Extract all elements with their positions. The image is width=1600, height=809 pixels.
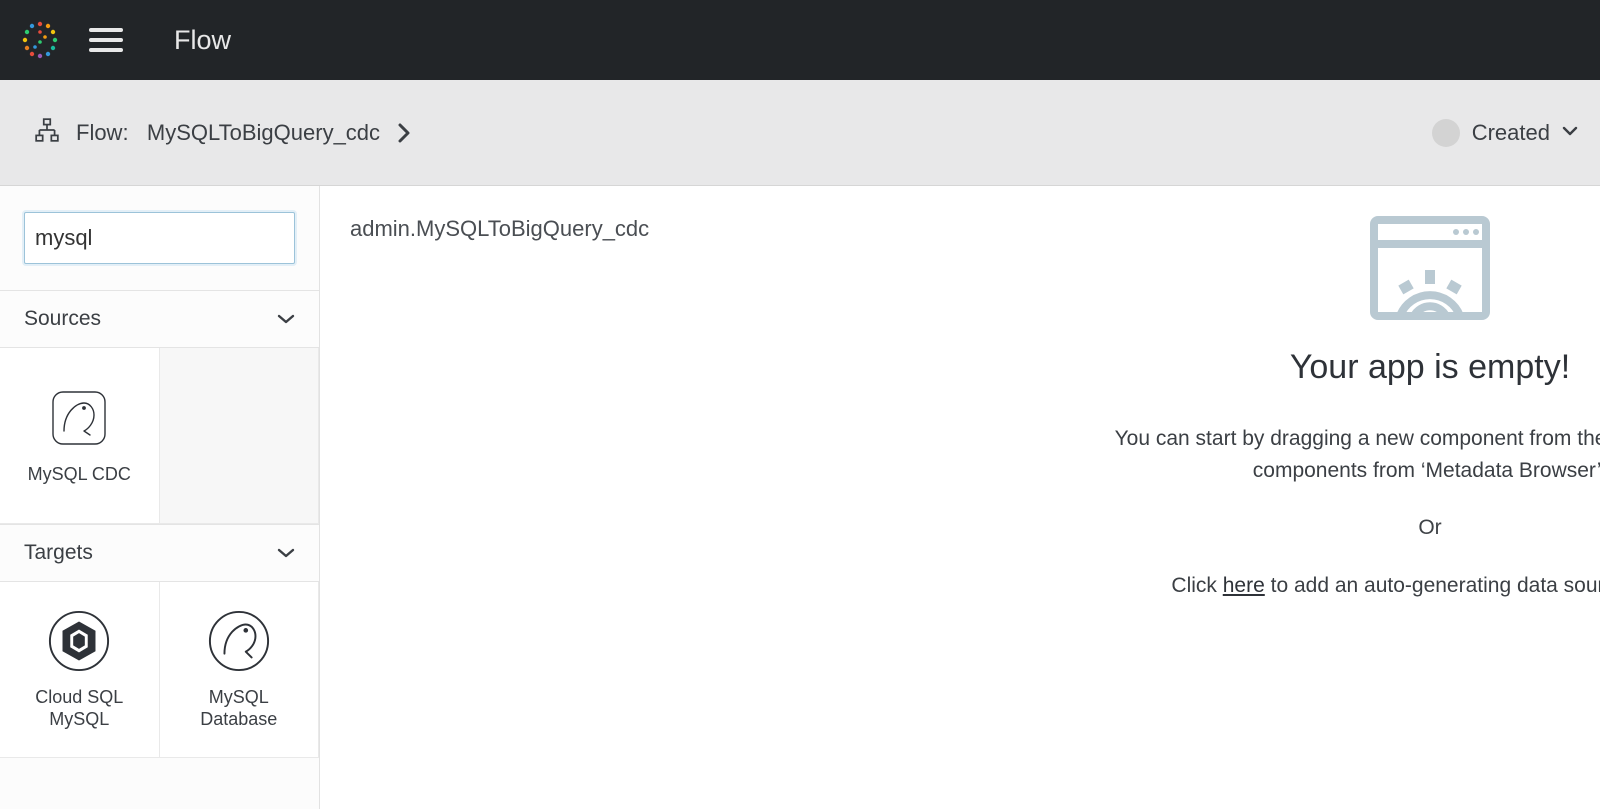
section-sources-header[interactable]: Sources — [0, 290, 319, 348]
breadcrumb[interactable]: Flow: MySQLToBigQuery_cdc — [76, 120, 380, 146]
component-sidebar: ✖ Sources MySQL CDC — [0, 186, 320, 809]
status-indicator-icon — [1432, 119, 1460, 147]
page-title: Flow — [174, 25, 231, 56]
cloudsql-icon — [47, 609, 111, 673]
breadcrumb-prefix: Flow: — [76, 120, 129, 145]
mysql-icon — [47, 386, 111, 450]
tile-label: MySQL CDC — [28, 464, 131, 486]
search-input[interactable] — [35, 225, 320, 251]
status-label: Created — [1472, 120, 1550, 146]
tile-label: MySQL Database — [200, 687, 277, 730]
source-tile-mysql-cdc[interactable]: MySQL CDC — [0, 348, 160, 524]
status-dropdown[interactable]: Created — [1432, 119, 1578, 147]
breadcrumb-flow-name: MySQLToBigQuery_cdc — [147, 120, 380, 145]
chevron-down-icon — [277, 309, 295, 330]
breadcrumb-strip: Flow: MySQLToBigQuery_cdc Created — [0, 80, 1600, 186]
target-tile-cloudsql-mysql[interactable]: Cloud SQL MySQL — [0, 582, 160, 758]
empty-app-icon — [940, 216, 1600, 320]
flow-icon — [34, 117, 60, 148]
add-source-link[interactable]: here — [1223, 574, 1265, 597]
flow-canvas[interactable]: admin.MySQLToBigQuery_cdc Your app — [320, 186, 1600, 809]
empty-text: You can start by dragging a new componen… — [940, 423, 1600, 486]
menu-icon[interactable] — [86, 20, 126, 60]
empty-heading: Your app is empty! — [940, 348, 1600, 387]
search-input-wrapper[interactable]: ✖ — [24, 212, 295, 264]
chevron-right-icon[interactable] — [396, 122, 412, 144]
chevron-down-icon — [1562, 124, 1578, 142]
chevron-down-icon — [277, 543, 295, 564]
app-logo — [18, 18, 62, 62]
empty-state: Your app is empty! You can start by drag… — [940, 216, 1600, 632]
target-tile-mysql-database[interactable]: MySQL Database — [160, 582, 320, 758]
mysql-icon — [207, 609, 271, 673]
empty-or: Or — [940, 516, 1600, 540]
tile-label: Cloud SQL MySQL — [35, 687, 123, 730]
topbar: Flow — [0, 0, 1600, 80]
section-targets-header[interactable]: Targets — [0, 524, 319, 582]
empty-tile — [160, 348, 320, 524]
empty-cta: Click here to add an auto-generating dat… — [940, 570, 1600, 602]
section-sources-label: Sources — [24, 307, 101, 331]
section-targets-label: Targets — [24, 541, 93, 565]
